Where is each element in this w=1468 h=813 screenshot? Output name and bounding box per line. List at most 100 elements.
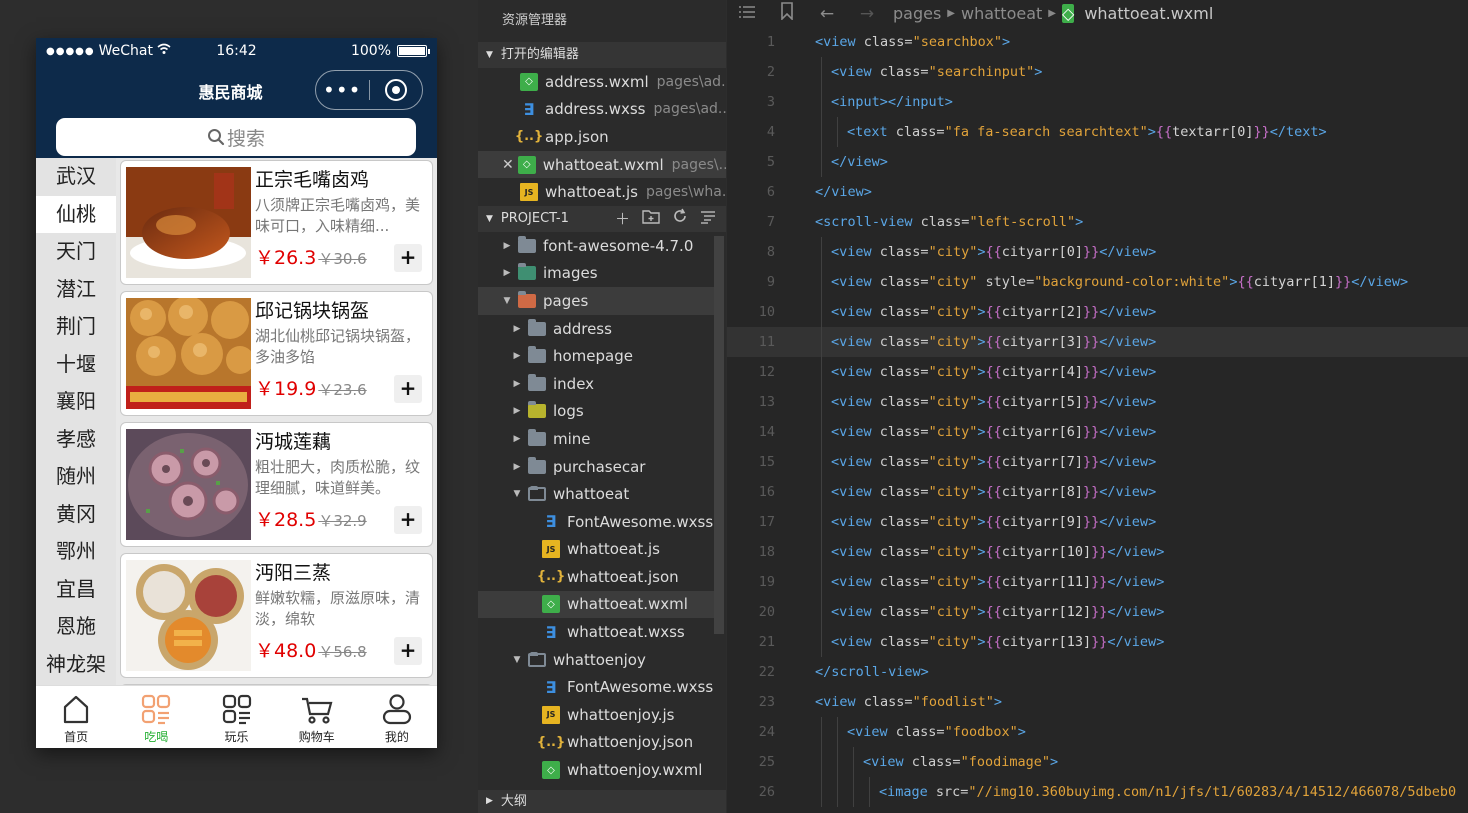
- tree-file[interactable]: JS whattoenjoy.js: [478, 701, 714, 729]
- tree-file[interactable]: ◇ whattoenjoy.wxml: [478, 756, 714, 784]
- city-item[interactable]: 宜昌: [36, 571, 116, 609]
- food-image[interactable]: [126, 296, 254, 409]
- code-line[interactable]: 13 <view class="city">{{cityarr[5]}}</vie…: [727, 387, 1468, 417]
- city-list[interactable]: 武汉 仙桃 天门 潜江 荆门 十堰 襄阳 孝感 随州 黄冈 鄂州 宜昌 恩施 神龙架: [36, 158, 116, 685]
- city-item[interactable]: 恩施: [36, 608, 116, 646]
- tree-file[interactable]: JS whattoeat.js: [478, 536, 714, 564]
- food-card[interactable]: 沔城莲藕 粗壮肥大，肉质松脆，纹理细腻，味道鲜美。 ￥28.5 ￥32.9 +: [120, 422, 433, 547]
- collapse-all-icon[interactable]: [700, 206, 716, 232]
- project-header[interactable]: ▼ PROJECT-1 ＋: [478, 205, 726, 232]
- city-item[interactable]: 荆门: [36, 308, 116, 346]
- city-item[interactable]: 黄冈: [36, 496, 116, 534]
- open-editor-item[interactable]: ✕ ◇ whattoeat.wxml pages\...: [478, 150, 726, 179]
- code-line[interactable]: 23 <view class="foodlist">: [727, 687, 1468, 717]
- food-image[interactable]: [126, 167, 251, 278]
- open-editor-item[interactable]: {..} app.json: [478, 123, 726, 151]
- code-line[interactable]: 2 <view class="searchinput">: [727, 57, 1468, 87]
- code-line[interactable]: 9 <view class="city" style="background-co…: [727, 267, 1468, 297]
- tree-folder[interactable]: ▶ index: [478, 370, 714, 398]
- city-item[interactable]: 天门: [36, 233, 116, 271]
- code-line[interactable]: 1 <view class="searchbox">: [727, 27, 1468, 57]
- code-area[interactable]: 1 <view class="searchbox"> 2 <view class="s…: [727, 27, 1468, 813]
- code-line[interactable]: 15 <view class="city">{{cityarr[7]}}</vie…: [727, 447, 1468, 477]
- tree-file[interactable]: ◇ whattoeat.wxml: [478, 590, 714, 619]
- food-card[interactable]: 沔阳三蒸 鲜嫩软糯，原滋原味，清淡，绵软 ￥48.0 ￥56.8 +: [120, 553, 433, 678]
- city-item[interactable]: 仙桃: [36, 195, 116, 233]
- code-line[interactable]: 14 <view class="city">{{cityarr[6]}}</vie…: [727, 417, 1468, 447]
- code-line[interactable]: 7 <scroll-view class="left-scroll">: [727, 207, 1468, 237]
- bookmark-icon[interactable]: [767, 2, 807, 25]
- food-card[interactable]: 正宗毛嘴卤鸡 八须牌正宗毛嘴卤鸡，美味可口，入味精细... ￥26.3 ￥30.6 +: [120, 160, 433, 285]
- food-card[interactable]: 邱记锅块锅盔 湖北仙桃邱记锅块锅盔，多油多馅 ￥19.9 ￥23.6 +: [120, 291, 433, 416]
- add-to-cart-button[interactable]: +: [394, 375, 422, 403]
- tree-folder[interactable]: ▶ homepage: [478, 342, 714, 370]
- tab-food-grid[interactable]: 吃喝: [116, 686, 196, 748]
- tree-folder[interactable]: ▶ images: [478, 260, 714, 288]
- tree-folder[interactable]: ▶ font-awesome-4.7.0: [478, 232, 714, 260]
- code-line[interactable]: 24 <view class="foodbox">: [727, 717, 1468, 747]
- tree-file[interactable]: {..} whattoenjoy.json: [478, 729, 714, 757]
- tree-folder[interactable]: ▶ purchasecar: [478, 453, 714, 481]
- food-image[interactable]: [126, 560, 251, 671]
- city-item[interactable]: 十堰: [36, 346, 116, 384]
- code-line[interactable]: 3 <input></input>: [727, 87, 1468, 117]
- tree-folder[interactable]: ▶ address: [478, 315, 714, 343]
- close-miniprogram-button[interactable]: [370, 79, 423, 101]
- code-line[interactable]: 19 <view class="city">{{cityarr[11]}}</vi…: [727, 567, 1468, 597]
- new-file-icon[interactable]: ＋: [615, 206, 630, 232]
- city-item[interactable]: 武汉: [36, 158, 116, 196]
- code-line[interactable]: 6 </view>: [727, 177, 1468, 207]
- forward-arrow-icon[interactable]: →: [847, 4, 887, 24]
- tab-home[interactable]: 首页: [36, 686, 116, 748]
- city-item[interactable]: 孝感: [36, 421, 116, 459]
- open-editor-item[interactable]: JS whattoeat.js pages\wha...: [478, 178, 726, 206]
- city-item[interactable]: 随州: [36, 458, 116, 496]
- code-line[interactable]: 25 <view class="foodimage">: [727, 747, 1468, 777]
- city-item[interactable]: 潜江: [36, 271, 116, 309]
- breadcrumb-item[interactable]: whattoeat: [961, 4, 1042, 23]
- code-line[interactable]: 10 <view class="city">{{cityarr[2]}}</vie…: [727, 297, 1468, 327]
- city-item[interactable]: 神龙架: [36, 646, 116, 684]
- tab-play-grid[interactable]: 玩乐: [196, 686, 276, 748]
- outline-header[interactable]: ▶ 大纲: [478, 790, 726, 813]
- search-input[interactable]: 搜索: [56, 118, 416, 156]
- tree-folder[interactable]: ▶ logs: [478, 398, 714, 426]
- tree-folder[interactable]: ▶ mine: [478, 425, 714, 453]
- list-icon[interactable]: [727, 4, 767, 24]
- tree-file[interactable]: ∃ FontAwesome.wxss: [478, 673, 714, 701]
- code-line[interactable]: 20 <view class="city">{{cityarr[12]}}</vi…: [727, 597, 1468, 627]
- tree-file[interactable]: ∃ FontAwesome.wxss: [478, 508, 714, 536]
- tree-file[interactable]: ∃ whattoeat.wxss: [478, 618, 714, 646]
- add-to-cart-button[interactable]: +: [394, 637, 422, 665]
- breadcrumb-item[interactable]: pages: [893, 4, 941, 23]
- new-folder-icon[interactable]: [642, 206, 660, 232]
- add-to-cart-button[interactable]: +: [394, 244, 422, 272]
- code-line[interactable]: 4 <text class="fa fa-search searchtext">{…: [727, 117, 1468, 147]
- close-icon[interactable]: ✕: [502, 157, 514, 173]
- code-line[interactable]: 5 </view>: [727, 147, 1468, 177]
- tree-folder[interactable]: ▼ whattoenjoy: [478, 646, 714, 674]
- more-menu-icon[interactable]: •••: [316, 80, 369, 100]
- breadcrumb-item[interactable]: whattoeat.wxml: [1084, 4, 1213, 23]
- code-line[interactable]: 16 <view class="city">{{cityarr[8]}}</vie…: [727, 477, 1468, 507]
- code-line[interactable]: 11 <view class="city">{{cityarr[3]}}</vie…: [727, 327, 1468, 357]
- tree-folder[interactable]: ▼ whattoeat: [478, 480, 714, 508]
- code-line[interactable]: 17 <view class="city">{{cityarr[9]}}</vie…: [727, 507, 1468, 537]
- back-arrow-icon[interactable]: ←: [807, 4, 847, 24]
- tree-file[interactable]: {..} whattoeat.json: [478, 563, 714, 591]
- tree-folder[interactable]: ▼ pages: [478, 287, 714, 315]
- open-editor-item[interactable]: ∃ address.wxss pages\ad...: [478, 96, 726, 124]
- food-image[interactable]: [126, 429, 251, 540]
- tab-user[interactable]: 我的: [357, 686, 437, 748]
- code-line[interactable]: 12 <view class="city">{{cityarr[4]}}</vie…: [727, 357, 1468, 387]
- code-line[interactable]: 22 </scroll-view>: [727, 657, 1468, 687]
- tab-cart[interactable]: 购物车: [277, 686, 357, 748]
- open-editor-item[interactable]: ◇ address.wxml pages\ad...: [478, 68, 726, 96]
- open-editors-header[interactable]: ▼ 打开的编辑器: [478, 42, 726, 68]
- city-item[interactable]: 鄂州: [36, 533, 116, 571]
- code-line[interactable]: 21 <view class="city">{{cityarr[13]}}</vi…: [727, 627, 1468, 657]
- code-line[interactable]: 8 <view class="city">{{cityarr[0]}}</view…: [727, 237, 1468, 267]
- explorer-scrollbar[interactable]: [714, 236, 724, 634]
- code-line[interactable]: 18 <view class="city">{{cityarr[10]}}</vi…: [727, 537, 1468, 567]
- food-list[interactable]: 正宗毛嘴卤鸡 八须牌正宗毛嘴卤鸡，美味可口，入味精细... ￥26.3 ￥30.6 + 邱…: [116, 158, 437, 685]
